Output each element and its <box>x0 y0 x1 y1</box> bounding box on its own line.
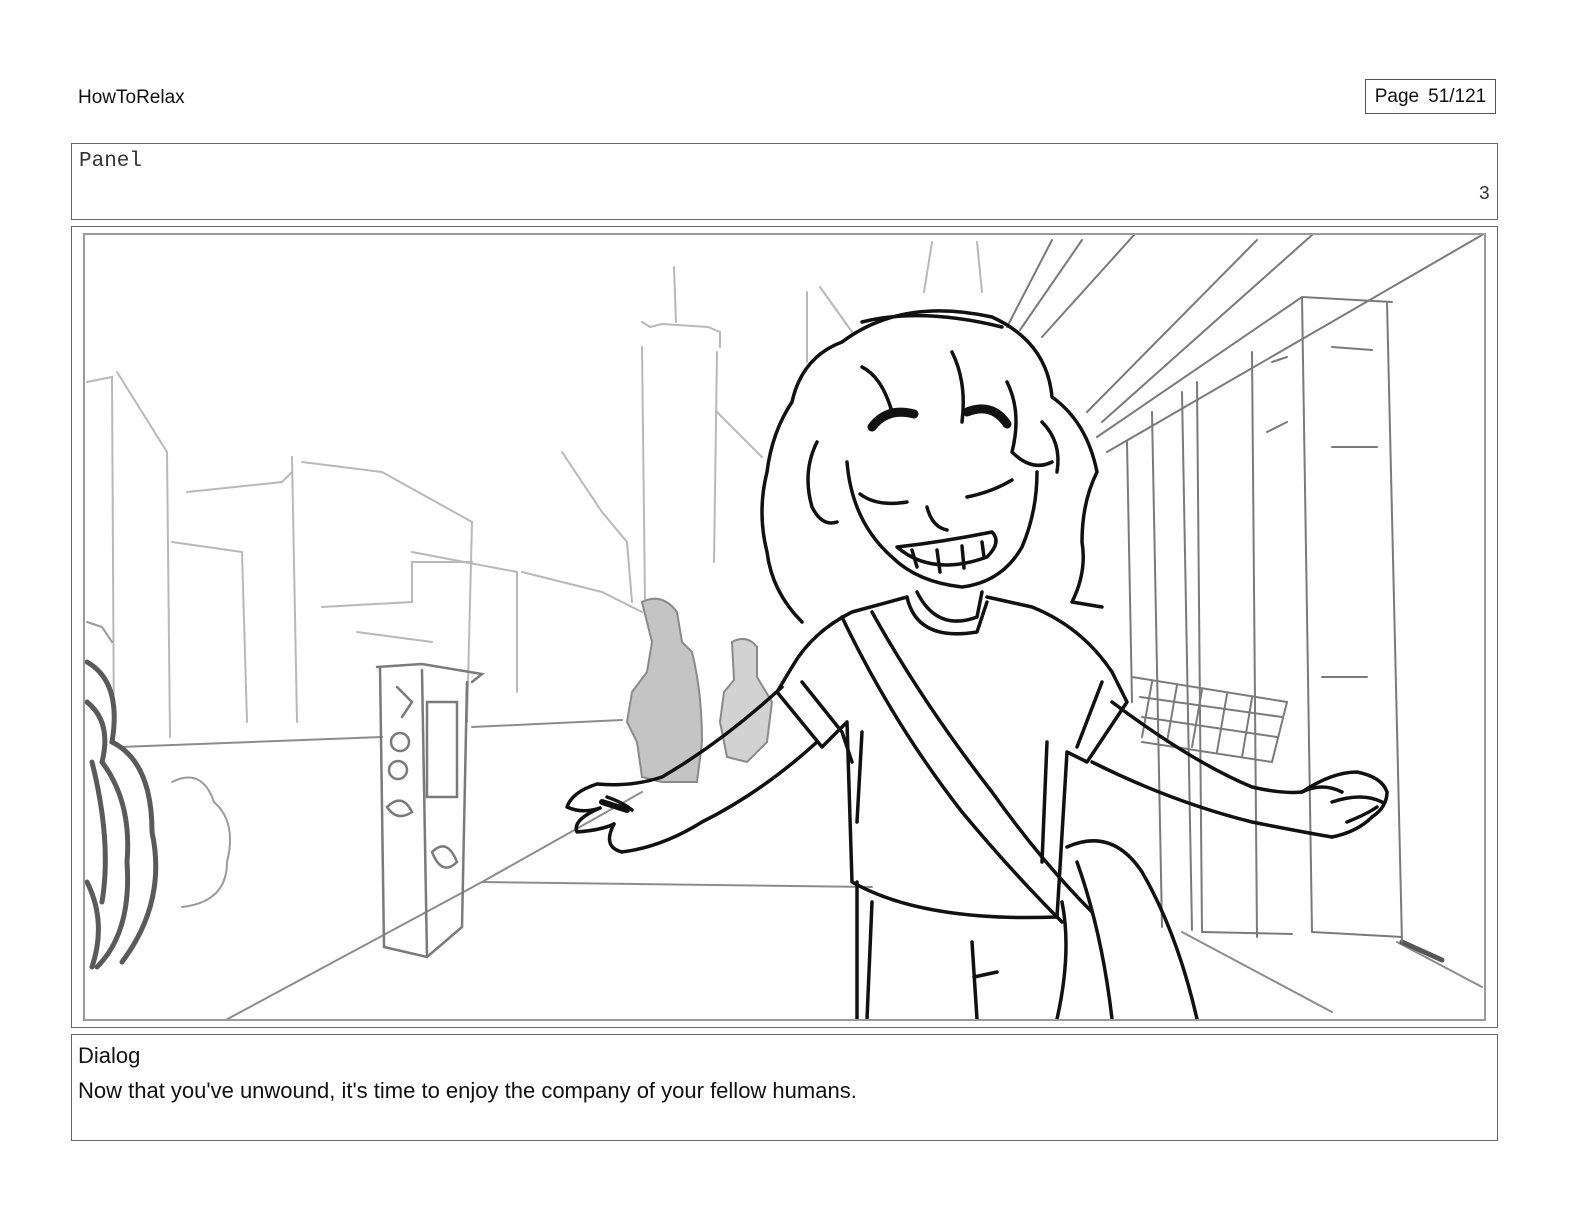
panel-header: Panel 3 <box>71 143 1498 220</box>
foreground-shrub-outline <box>86 621 231 908</box>
panel-label: Panel <box>79 150 143 173</box>
dialog-box: Dialog Now that you've unwound, it's tim… <box>71 1034 1498 1141</box>
dialog-label: Dialog <box>78 1043 141 1068</box>
project-title: HowToRelax <box>78 87 185 108</box>
background-buildings <box>86 241 983 743</box>
panel-number: 3 <box>1478 183 1490 205</box>
foreground-shrub <box>85 659 159 970</box>
storyboard-frame <box>83 233 1486 1021</box>
dialog-text: Now that you've unwound, it's time to en… <box>78 1078 857 1103</box>
page-indicator: Page 51/121 <box>1365 79 1496 114</box>
street-lines <box>121 719 1483 1019</box>
street-kiosk <box>375 662 485 959</box>
page-number: 51/121 <box>1428 85 1487 107</box>
page-label: Page <box>1374 85 1420 107</box>
storyboard-sketch <box>85 235 1483 1019</box>
